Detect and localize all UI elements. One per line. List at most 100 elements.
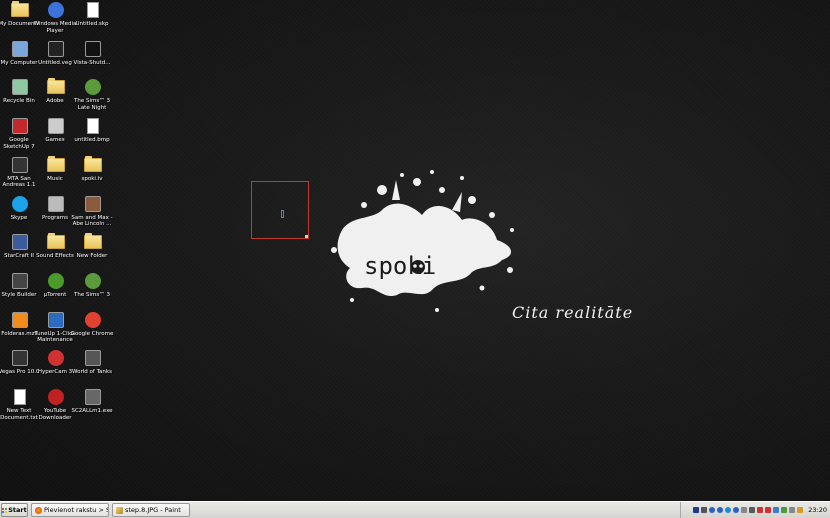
desktop-icon[interactable]: The Sims™ 3 Late Night xyxy=(73,78,113,116)
media-pause-icon[interactable] xyxy=(717,507,724,513)
chrome-icon xyxy=(84,311,102,329)
sketchup-icon xyxy=(11,117,29,135)
desktop-icon[interactable]: Skype xyxy=(0,195,40,233)
logo-text: spoki xyxy=(364,252,436,280)
tray-app-icon[interactable] xyxy=(789,507,796,513)
desktop-icon-label: Untitled.skp xyxy=(75,21,109,27)
starcraft-icon xyxy=(11,233,29,251)
task-label: step.8.JPG - Paint xyxy=(125,506,181,514)
network-icon[interactable] xyxy=(773,507,780,513)
image-file-icon xyxy=(84,117,102,135)
tuneup-icon xyxy=(47,311,65,329)
task-paint[interactable]: step.8.JPG - Paint xyxy=(112,503,190,517)
games-icon xyxy=(47,117,65,135)
wallpaper-tagline: Cita realitāte xyxy=(512,303,634,322)
desktop-icon[interactable]: Sound Effects xyxy=(36,233,76,271)
desktop-icon[interactable]: µTorrent xyxy=(36,272,76,310)
game-icon xyxy=(84,195,102,213)
tray-app-icon[interactable] xyxy=(781,507,788,513)
desktop-icon[interactable]: SC2ALLm1.exe xyxy=(71,388,113,426)
sims-icon xyxy=(84,272,102,290)
desktop-icon-label: World of Tanks xyxy=(72,369,112,376)
desktop-icon[interactable]: Recycle Bin xyxy=(0,78,40,116)
desktop-icon[interactable]: World of Tanks xyxy=(72,349,113,387)
task-label: Pievienot rakstu > Spoki.l... xyxy=(44,506,108,514)
text-cursor-icon xyxy=(281,210,284,218)
desktop-icon[interactable]: Google SketchUp 7 xyxy=(0,117,40,155)
windows-logo-icon xyxy=(2,507,8,513)
sims-icon xyxy=(84,78,102,96)
media-play-icon[interactable] xyxy=(725,507,732,513)
paint-icon xyxy=(116,506,123,514)
hypercam-icon xyxy=(47,349,65,367)
desktop-icon-label: The Sims™ 3 Late Night xyxy=(74,98,110,111)
mta-icon xyxy=(11,156,29,174)
desktop[interactable]: spoki Cita realitāte My Documents Windows… xyxy=(0,0,830,501)
utorrent-icon xyxy=(47,272,65,290)
recycle-bin-icon xyxy=(11,78,29,96)
desktop-icon[interactable]: YouTube Downloader xyxy=(36,388,76,426)
desktop-icon[interactable]: Untitled.skp xyxy=(73,1,113,39)
programs-icon xyxy=(47,195,65,213)
spoki-logo-splat xyxy=(331,170,514,312)
tray-app-icon[interactable] xyxy=(765,507,772,513)
desktop-icon[interactable]: My Computer xyxy=(0,40,40,78)
tray-app-icon[interactable] xyxy=(757,507,764,513)
firefox-icon xyxy=(35,506,42,514)
folder-icon xyxy=(84,233,102,251)
taskbar: Start Pievienot rakstu > Spoki.l... step… xyxy=(0,501,830,518)
desktop-icon[interactable]: StarCraft II xyxy=(0,233,40,271)
desktop-icon-label: Sam and Max - Abe Lincoln ... xyxy=(71,214,113,228)
world-of-tanks-icon xyxy=(84,349,102,367)
sketchup-file-icon xyxy=(84,1,102,19)
resize-handle xyxy=(305,235,308,238)
desktop-icon-label: SC2ALLm1.exe xyxy=(71,408,113,414)
tray-app-icon[interactable] xyxy=(797,507,804,513)
media-back-icon[interactable] xyxy=(709,507,716,513)
start-label: Start xyxy=(8,506,27,514)
language-icon[interactable] xyxy=(693,507,700,513)
desktop-icon[interactable]: spoki.lv xyxy=(73,155,113,194)
desktop-icon-label: untitled.bmp xyxy=(74,137,110,144)
desktop-icon[interactable]: Style Builder xyxy=(0,272,40,310)
folder-icon xyxy=(47,78,65,96)
tray-app-icon[interactable] xyxy=(749,507,756,513)
exe-icon xyxy=(84,388,102,406)
skype-icon xyxy=(11,195,29,213)
desktop-icon[interactable]: Windows Media Player xyxy=(34,1,76,39)
desktop-icon[interactable]: MTA San Andreas 1.1 xyxy=(0,156,40,194)
desktop-icon-label: The Sims™ 3 xyxy=(74,291,110,298)
desktop-icon[interactable]: Google Chrome xyxy=(70,311,114,349)
desktop-icon-label: Google Chrome xyxy=(70,330,114,337)
my-documents-icon xyxy=(11,1,29,19)
logo-text-label: spoki xyxy=(364,252,436,280)
text-file-icon xyxy=(11,388,29,406)
desktop-icon-label: spoki.lv xyxy=(81,175,103,182)
desktop-icon-label: New Folder xyxy=(76,253,108,260)
media-player-icon xyxy=(47,1,65,19)
desktop-icon-label: Vista-Shutd... xyxy=(73,59,111,66)
clock[interactable]: 23:20 xyxy=(808,506,827,514)
system-tray: 23:20 xyxy=(680,502,830,518)
desktop-icon[interactable]: untitled.bmp xyxy=(73,117,113,155)
folder-icon xyxy=(84,155,102,174)
task-firefox[interactable]: Pievienot rakstu > Spoki.l... xyxy=(31,503,109,517)
desktop-icon[interactable]: HyperCam 3 xyxy=(36,349,76,387)
desktop-icon[interactable]: Sam and Max - Abe Lincoln ... xyxy=(71,195,113,233)
computer-icon xyxy=(11,40,29,58)
media-next-icon[interactable] xyxy=(733,507,740,513)
desktop-icon[interactable]: Games xyxy=(36,117,76,155)
tray-app-icon[interactable] xyxy=(701,507,708,513)
desktop-icon[interactable]: Vegas Pro 10.0 xyxy=(0,349,40,387)
desktop-icon[interactable]: Music xyxy=(36,155,76,194)
selection-rectangle xyxy=(251,181,309,239)
volume-icon[interactable] xyxy=(741,507,748,513)
desktop-icon[interactable]: The Sims™ 3 xyxy=(73,272,113,310)
desktop-icon[interactable]: Vista-Shutd... xyxy=(73,40,113,78)
desktop-icon[interactable]: New Folder xyxy=(73,233,113,271)
folder-icon xyxy=(47,155,65,174)
desktop-icon[interactable]: Untitled.veg xyxy=(36,40,76,78)
start-button[interactable]: Start xyxy=(1,503,28,517)
desktop-icon[interactable]: TuneUp 1-Click Maintenance xyxy=(35,311,76,349)
style-builder-icon xyxy=(11,272,29,290)
